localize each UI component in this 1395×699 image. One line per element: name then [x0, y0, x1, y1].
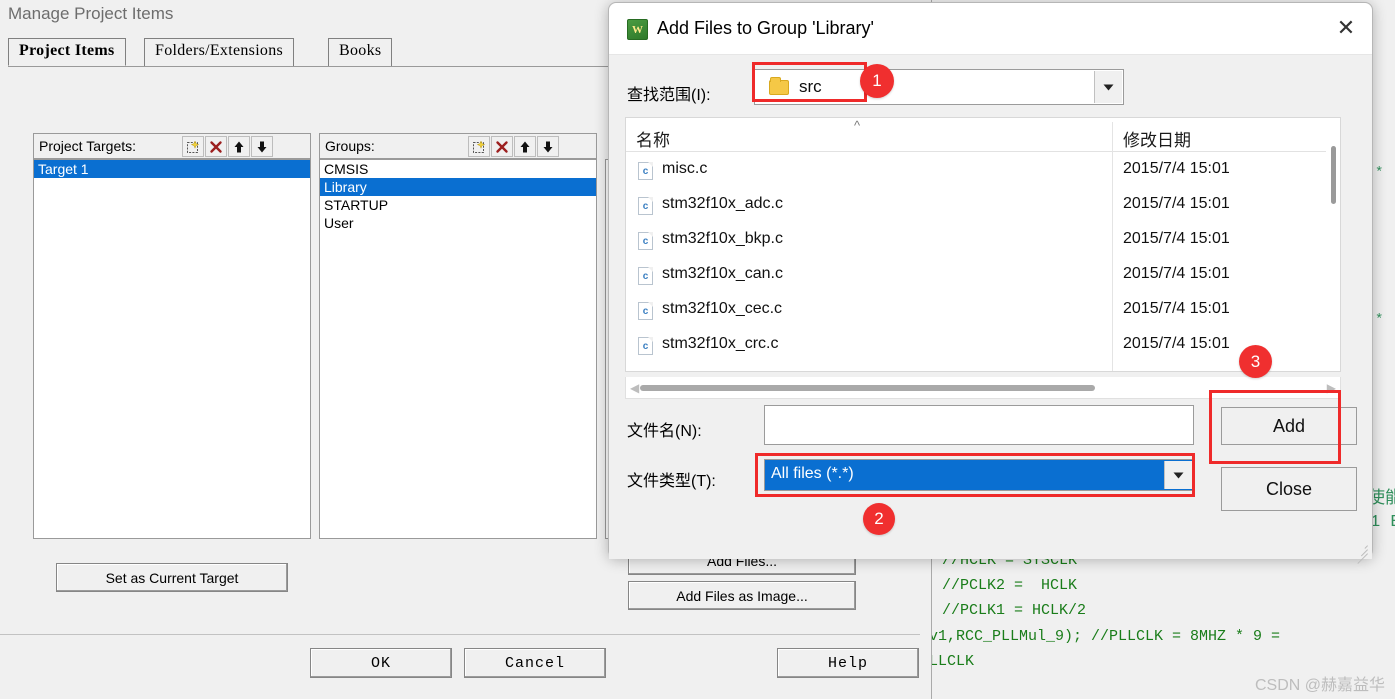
annotation-badge-3: 3 — [1239, 345, 1272, 378]
csdn-watermark: CSDN @赫嘉益华 — [1254, 677, 1385, 694]
add-files-as-image-button[interactable]: Add Files as Image... — [628, 581, 856, 610]
list-item[interactable]: Target 1 — [34, 160, 310, 178]
chevron-down-icon[interactable] — [1094, 71, 1122, 103]
file-name-label: 文件名(N): — [627, 423, 702, 440]
file-date: 2015/7/4 15:01 — [1123, 230, 1230, 247]
file-date: 2015/7/4 15:01 — [1123, 265, 1230, 282]
sort-ascending-icon: ^ — [854, 118, 861, 133]
delete-icon[interactable] — [205, 136, 227, 157]
list-item[interactable]: Library — [320, 178, 596, 196]
file-row[interactable]: c misc.c 2015/7/4 15:01 — [626, 157, 1340, 186]
file-name: stm32f10x_bkp.c — [662, 230, 783, 247]
screen-root: //HCLK = SYSCLK //PCLK2 = HCLK //PCLK1 =… — [0, 0, 1395, 699]
file-name: stm32f10x_crc.c — [662, 335, 779, 352]
file-name: misc.c — [662, 160, 708, 177]
annotation-badge-2: 2 — [863, 503, 895, 535]
file-row[interactable]: c stm32f10x_crc.c 2015/7/4 15:01 — [626, 332, 1340, 361]
file-type-label: 文件类型(T): — [627, 473, 716, 490]
tab-folders-extensions[interactable]: Folders/Extensions — [144, 38, 295, 66]
delete-icon[interactable] — [491, 136, 513, 157]
file-name: stm32f10x_adc.c — [662, 195, 783, 212]
groups-list[interactable]: CMSIS Library STARTUP User — [319, 159, 597, 539]
file-date: 2015/7/4 15:01 — [1123, 160, 1230, 177]
project-targets-header: Project Targets: — [33, 133, 311, 159]
close-button[interactable]: Close — [1221, 467, 1357, 511]
list-item[interactable]: CMSIS — [320, 160, 596, 178]
list-item[interactable]: User — [320, 214, 596, 232]
groups-header: Groups: — [319, 133, 597, 159]
move-down-icon[interactable] — [537, 136, 559, 157]
close-icon[interactable]: ✕ — [1320, 3, 1372, 53]
code-line: //PCLK1 = HCLK/2 — [942, 602, 1087, 619]
c-file-icon: c — [638, 197, 653, 215]
file-list-header: 名称 ^ 修改日期 — [626, 118, 1340, 152]
file-date: 2015/7/4 15:01 — [1123, 300, 1230, 317]
annotation-highlight-add — [1209, 390, 1341, 464]
tab-project-items[interactable]: Project Items — [8, 38, 126, 66]
groups-label: Groups: — [325, 138, 375, 154]
window-title: Manage Project Items — [8, 4, 174, 23]
c-file-icon: c — [638, 337, 653, 355]
file-name-input[interactable] — [764, 405, 1194, 445]
move-down-icon[interactable] — [251, 136, 273, 157]
cancel-button[interactable]: Cancel — [464, 648, 606, 678]
code-fragment: * — [1375, 165, 1384, 181]
scrollbar-thumb[interactable] — [1331, 146, 1336, 204]
file-row[interactable]: c stm32f10x_cec.c 2015/7/4 15:01 — [626, 297, 1340, 326]
file-date: 2015/7/4 15:01 — [1123, 195, 1230, 212]
move-up-icon[interactable] — [228, 136, 250, 157]
keil-app-icon: W — [627, 19, 648, 40]
c-file-icon: c — [638, 267, 653, 285]
c-file-icon: c — [638, 302, 653, 320]
column-header-date[interactable]: 修改日期 — [1123, 126, 1191, 151]
file-row[interactable]: c stm32f10x_bkp.c 2015/7/4 15:01 — [626, 227, 1340, 256]
annotation-highlight-lookin — [752, 62, 867, 102]
column-header-name[interactable]: 名称 — [636, 126, 670, 151]
code-fragment: 1 E — [1370, 513, 1395, 532]
file-row[interactable]: c stm32f10x_can.c 2015/7/4 15:01 — [626, 262, 1340, 291]
file-name: stm32f10x_cec.c — [662, 300, 783, 317]
look-in-label: 查找范围(I): — [627, 87, 711, 104]
code-line: //PCLK2 = HCLK — [942, 577, 1078, 594]
file-row-partial[interactable]: c — [626, 367, 1340, 371]
move-up-icon[interactable] — [514, 136, 536, 157]
project-targets-label: Project Targets: — [39, 138, 137, 154]
new-item-icon[interactable] — [182, 136, 204, 157]
hscrollbar-thumb[interactable] — [640, 385, 1095, 391]
c-file-icon: c — [638, 162, 653, 180]
footer-divider — [0, 634, 920, 635]
annotation-highlight-filetype — [755, 453, 1195, 497]
file-list-scrollbar[interactable] — [1326, 118, 1340, 371]
scroll-left-icon[interactable]: ◀ — [630, 381, 639, 395]
set-as-current-target-button[interactable]: Set as Current Target — [56, 563, 288, 592]
tab-books[interactable]: Books — [328, 38, 393, 66]
dialog-title-bar: W Add Files to Group 'Library' ✕ — [609, 3, 1372, 55]
file-date: 2015/7/4 15:01 — [1123, 335, 1230, 352]
c-file-icon: c — [638, 232, 653, 250]
annotation-badge-1: 1 — [860, 64, 894, 98]
code-line: iv1,RCC_PLLMul_9); //PLLCLK = 8MHZ * 9 = — [920, 628, 1281, 645]
dialog-title: Add Files to Group 'Library' — [657, 18, 874, 38]
file-name: stm32f10x_can.c — [662, 265, 783, 282]
list-item[interactable]: STARTUP — [320, 196, 596, 214]
resize-grip[interactable] — [1352, 540, 1368, 564]
project-targets-list[interactable]: Target 1 — [33, 159, 311, 539]
file-row[interactable]: c stm32f10x_adc.c 2015/7/4 15:01 — [626, 192, 1340, 221]
code-fragment: * — [1375, 312, 1384, 328]
file-list[interactable]: 名称 ^ 修改日期 c misc.c 2015/7/4 15:01 c stm3… — [625, 117, 1341, 372]
help-button[interactable]: Help — [777, 648, 919, 678]
ok-button[interactable]: OK — [310, 648, 452, 678]
new-item-icon[interactable] — [468, 136, 490, 157]
